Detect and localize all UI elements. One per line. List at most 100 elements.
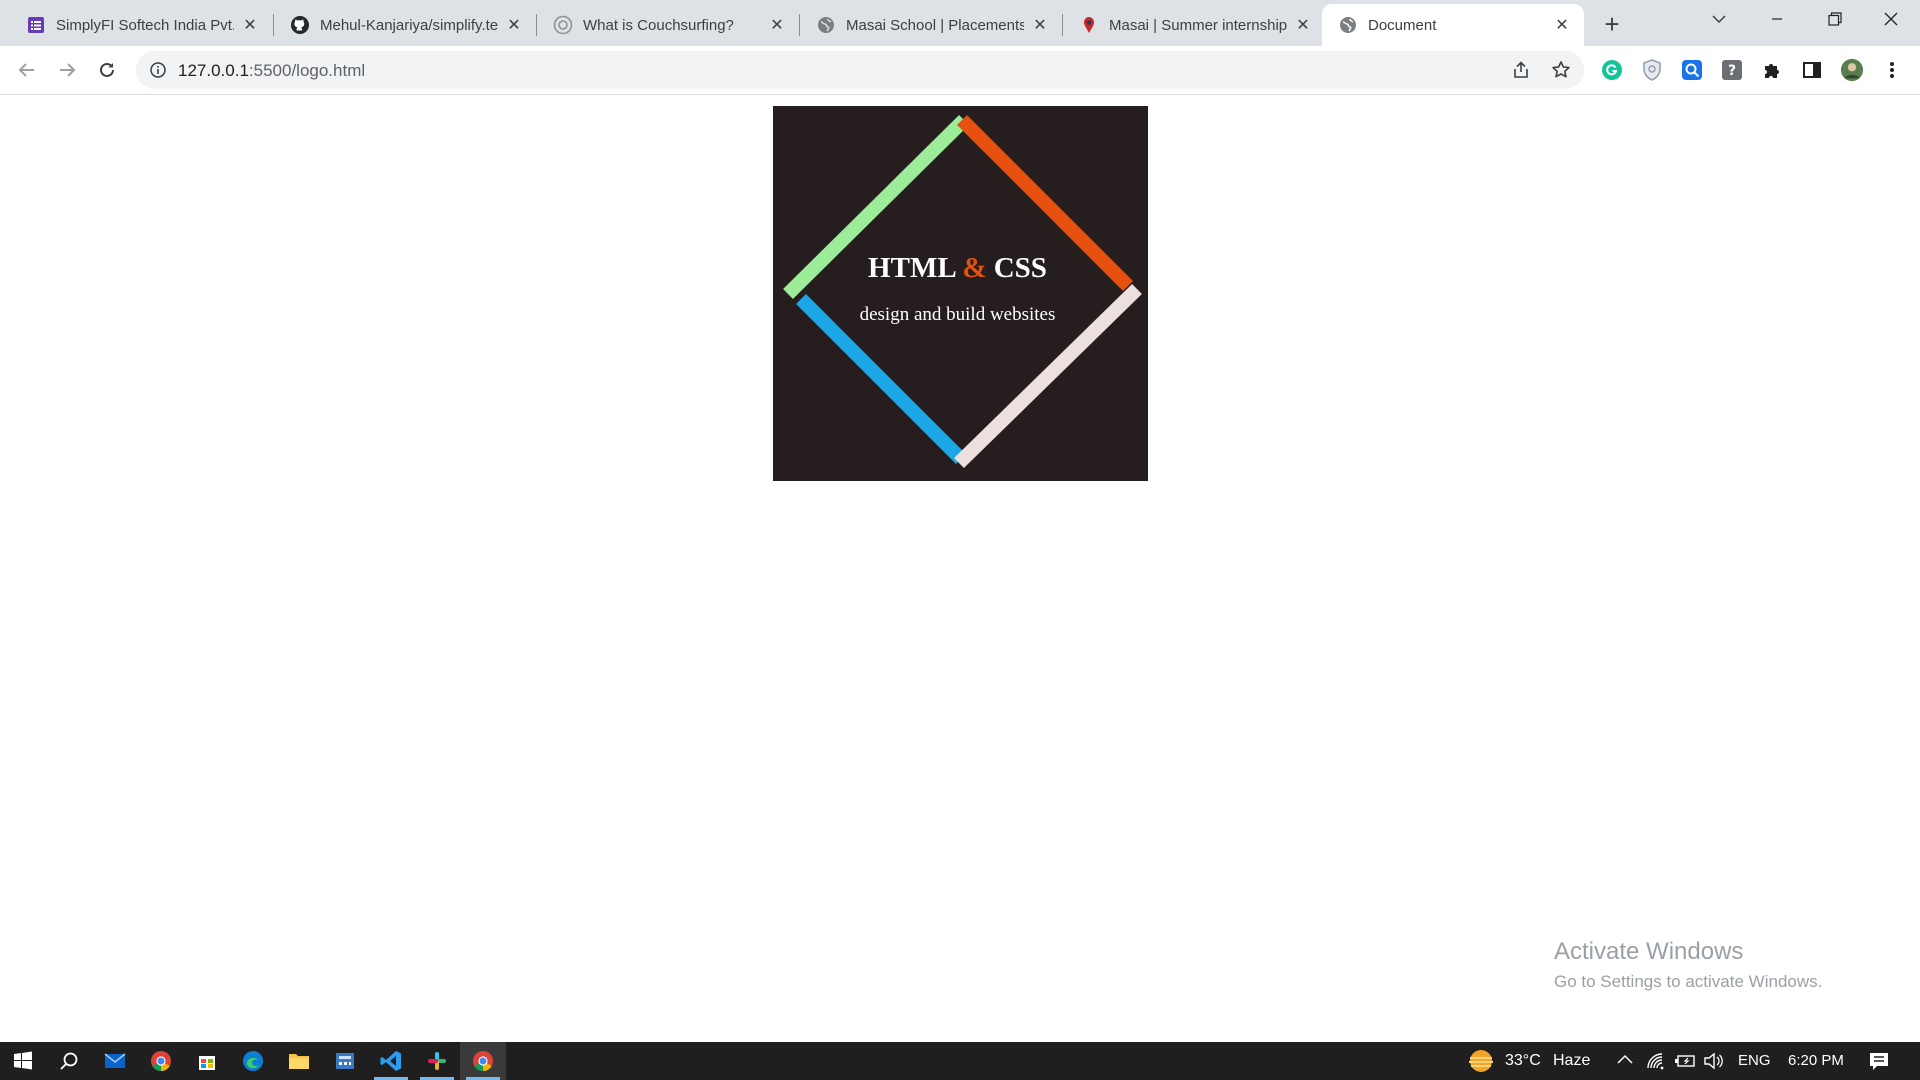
github-icon [290,15,310,35]
notification-icon[interactable] [1868,1051,1890,1076]
taskbar-chrome-active[interactable] [460,1042,506,1080]
taskbar-edge[interactable] [230,1042,276,1080]
tab-title: Document [1368,16,1437,34]
close-icon[interactable]: ✕ [1293,15,1313,35]
url-text[interactable]: 127.0.0.1:5500/logo.html [178,61,365,81]
restore-button[interactable] [1806,0,1864,38]
tab-title: What is Couchsurfing? [583,16,734,34]
edge-icon [243,1051,263,1071]
taskbar-vscode[interactable] [368,1042,414,1080]
slack-icon [428,1052,446,1070]
windows-taskbar: 33°C Haze ENG 6:20 PM [0,1042,1920,1080]
new-tab-button[interactable]: + [1597,9,1627,39]
tab-document[interactable]: Document ✕ [1322,4,1584,46]
battery-icon[interactable] [1674,1053,1696,1074]
watermark-title: Activate Windows [1554,938,1744,965]
taskbar-chrome[interactable] [138,1042,184,1080]
question-icon[interactable]: ? [1720,58,1744,82]
store-icon [199,1056,215,1070]
profile-avatar-icon[interactable] [1840,58,1864,82]
tab-simplyfi[interactable]: SimplyFI Softech India Pvt. L ✕ [10,4,272,46]
tab-chatgpt[interactable]: What is Couchsurfing? ✕ [537,4,799,46]
taskbar-calculator[interactable] [322,1042,368,1080]
calculator-icon [336,1053,354,1069]
url-path: :5500/logo.html [248,61,366,80]
minimize-button[interactable] [1748,0,1806,38]
logo-subtitle: design and build websites [859,304,1056,325]
tab-title: SimplyFI Softech India Pvt. L [56,16,234,34]
minimize-icon [1772,18,1782,20]
restore-icon [1828,12,1842,26]
forward-button[interactable] [51,54,83,86]
tab-strip: SimplyFI Softech India Pvt. L ✕ Mehul-Ka… [0,0,1920,46]
arrow-left-icon [18,63,34,77]
tab-search-button[interactable] [1690,0,1748,38]
weather-description[interactable]: Haze [1553,1052,1590,1070]
taskbar-search-button[interactable] [46,1042,92,1080]
logo-title-css: CSS [993,252,1047,284]
tab-title: Mehul-Kanjariya/simplify.te [320,16,498,34]
volume-icon[interactable] [1703,1052,1725,1075]
start-button[interactable] [0,1042,46,1080]
browser-toolbar: 127.0.0.1:5500/logo.html ? [0,46,1920,95]
globe-icon [1338,15,1358,35]
tab-title: Masai School | Placements [846,16,1024,34]
search-icon [60,1052,78,1070]
taskbar-file-explorer[interactable] [276,1042,322,1080]
close-window-button[interactable] [1862,0,1920,38]
close-icon[interactable]: ✕ [240,15,260,35]
menu-kebab-icon[interactable] [1880,58,1904,82]
mail-icon [104,1053,126,1068]
close-icon[interactable]: ✕ [504,15,524,35]
wifi-icon[interactable] [1646,1052,1666,1075]
search-extension-icon[interactable] [1680,58,1704,82]
shield-icon[interactable] [1640,58,1664,82]
svg-text:?: ? [1728,63,1736,79]
share-icon[interactable] [1510,59,1532,81]
extensions-puzzle-icon[interactable] [1760,58,1784,82]
chrome-icon [151,1051,171,1072]
chevron-up-icon[interactable] [1616,1052,1634,1073]
tab-github[interactable]: Mehul-Kanjariya/simplify.te ✕ [274,4,536,46]
activate-windows-watermark: Activate Windows Go to Settings to activ… [1554,938,1822,992]
taskbar-mail[interactable] [92,1042,138,1080]
weather-temperature[interactable]: 33°C [1505,1052,1541,1070]
chrome-icon [473,1051,493,1072]
globe-icon [816,15,836,35]
watermark-subtitle: Go to Settings to activate Windows. [1554,972,1823,991]
chevron-down-icon [1712,15,1726,24]
masai-icon [1079,15,1099,35]
back-button[interactable] [11,54,43,86]
taskbar-store[interactable] [184,1042,230,1080]
grammarly-icon[interactable] [1600,58,1624,82]
tab-title: Masai | Summer internship [1109,16,1287,34]
vscode-icon [380,1051,401,1071]
taskbar-slack[interactable] [414,1042,460,1080]
reload-button[interactable] [91,54,123,86]
close-icon[interactable]: ✕ [1030,15,1050,35]
logo-title: HTML & CSS [773,252,1142,285]
close-icon[interactable]: ✕ [1552,15,1572,35]
folder-icon [289,1054,309,1069]
windows-logo-icon [14,1051,32,1070]
language-indicator[interactable]: ENG [1738,1052,1771,1069]
info-icon[interactable] [148,60,168,80]
bookmark-star-icon[interactable] [1550,59,1572,81]
weather-icon[interactable] [1466,1048,1496,1079]
tab-masai-placements[interactable]: Masai School | Placements ✕ [800,4,1062,46]
forms-icon [26,15,46,35]
arrow-right-icon [60,63,76,77]
address-bar[interactable]: 127.0.0.1:5500/logo.html [136,51,1584,89]
logo-title-ampersand: & [962,252,987,284]
side-panel-icon[interactable] [1800,58,1824,82]
tab-masai-internship[interactable]: Masai | Summer internship ✕ [1063,4,1325,46]
close-icon[interactable]: ✕ [767,15,787,35]
url-host: 127.0.0.1 [178,61,249,80]
chatgpt-icon [553,15,573,35]
logo-diamond-frame [783,115,1142,469]
html-css-logo: HTML & CSS design and build websites [773,106,1148,481]
reload-icon [100,62,114,77]
logo-title-html: HTML [868,252,956,284]
close-icon [1884,12,1898,26]
clock[interactable]: 6:20 PM [1788,1052,1844,1069]
